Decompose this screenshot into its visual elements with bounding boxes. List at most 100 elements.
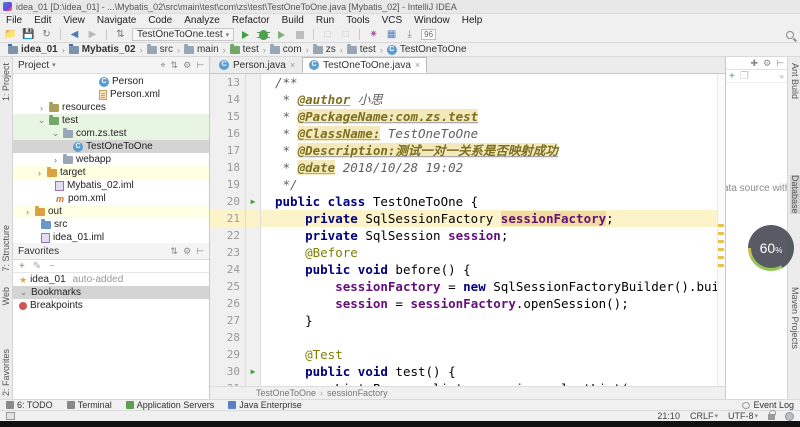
toolwindow-tab-terminal[interactable]: Terminal (67, 400, 112, 410)
tree-item-resources[interactable]: ›resources (13, 101, 209, 114)
tree-item-target[interactable]: ›target (13, 166, 209, 179)
breadcrumb-item[interactable]: main (182, 44, 221, 55)
tree-item-person[interactable]: CPerson (13, 75, 209, 88)
caret-position[interactable]: 21:10 (657, 411, 680, 421)
tree-chevron-icon[interactable]: › (35, 168, 44, 178)
hide-panel-icon[interactable]: ⊢ (776, 58, 784, 69)
more-icon[interactable]: » (780, 72, 784, 81)
add-data-source-icon[interactable]: + (729, 71, 735, 82)
gear-icon[interactable]: ⚙ (183, 60, 191, 71)
favorites-item-breakpoints[interactable]: Breakpoints (13, 299, 209, 312)
copy-icon[interactable]: ❐ (740, 71, 749, 82)
editor-scrollbar[interactable] (717, 74, 725, 386)
chevron-down-icon[interactable]: ▾ (52, 61, 56, 69)
breadcrumb-class[interactable]: TestOneToOne (256, 388, 316, 398)
tab-person-java[interactable]: CPerson.java× (212, 57, 302, 73)
tree-item-src[interactable]: src (13, 218, 209, 231)
menu-item-view[interactable]: View (57, 15, 91, 26)
locate-icon[interactable]: ⌖ (160, 60, 165, 71)
profile-icon[interactable]: □ (339, 28, 352, 41)
tree-chevron-icon[interactable]: ⌄ (19, 287, 28, 298)
menu-item-help[interactable]: Help (456, 15, 489, 26)
tree-item-testonetoone[interactable]: CTestOneToOne (13, 140, 209, 153)
tree-item-test[interactable]: ⌄test (13, 114, 209, 127)
locate-icon[interactable]: ✚ (751, 58, 759, 69)
breadcrumb-item[interactable]: CTestOneToOne (385, 44, 469, 55)
stripe-tab-web[interactable]: Web (1, 287, 11, 305)
menu-item-code[interactable]: Code (142, 15, 178, 26)
favorites-item-bookmarks[interactable]: ⌄Bookmarks (13, 286, 209, 299)
attach-icon[interactable]: □ (321, 28, 334, 41)
code-editor[interactable]: 13/**14 * @author 小思15 * @PackageName:co… (210, 74, 725, 399)
search-everywhere-icon[interactable] (783, 28, 796, 41)
tree-chevron-icon[interactable]: › (37, 103, 46, 113)
run-icon[interactable] (239, 28, 252, 41)
project-panel-title[interactable]: Project (18, 60, 49, 71)
menu-item-file[interactable]: File (0, 15, 28, 26)
commit-icon[interactable]: ⤓ (403, 28, 416, 41)
tree-item-webapp[interactable]: ›webapp (13, 153, 209, 166)
forward-icon[interactable]: ▶ (86, 28, 99, 41)
tree-chevron-icon[interactable]: › (51, 155, 60, 165)
locate-icon[interactable]: ⇅ (171, 246, 179, 257)
grid-icon[interactable]: ▦ (385, 28, 398, 41)
hide-panel-icon[interactable]: ⊢ (196, 60, 204, 71)
collapse-all-icon[interactable]: ⇅ (171, 60, 179, 71)
tree-item-pom-xml[interactable]: mpom.xml (13, 192, 209, 205)
breadcrumb-item[interactable]: test (228, 44, 261, 55)
line-ending-select[interactable]: CRLF▾ (690, 411, 718, 421)
gear-icon[interactable]: ⚙ (183, 246, 191, 257)
coverage-icon[interactable] (275, 28, 288, 41)
tree-chevron-icon[interactable]: › (23, 207, 32, 217)
menu-item-edit[interactable]: Edit (28, 15, 57, 26)
run-gutter-icon[interactable]: ▶ (246, 193, 261, 210)
breadcrumb-item[interactable]: idea_01 (6, 44, 60, 55)
menu-item-run[interactable]: Run (310, 15, 340, 26)
hide-panel-icon[interactable]: ⊢ (196, 246, 204, 257)
tree-item-person-xml[interactable]: Person.xml (13, 88, 209, 101)
breadcrumb-item[interactable]: com (268, 44, 304, 55)
menu-item-window[interactable]: Window (408, 15, 456, 26)
menu-item-analyze[interactable]: Analyze (178, 15, 226, 26)
menu-item-build[interactable]: Build (276, 15, 310, 26)
tree-chevron-icon[interactable]: ⌄ (51, 128, 60, 139)
stripe-tab-7-structure[interactable]: 7: Structure (1, 225, 11, 272)
run-gutter-icon[interactable]: ▶ (246, 363, 261, 380)
stripe-tab-1-project[interactable]: 1: Project (1, 63, 11, 101)
breadcrumb-member[interactable]: sessionFactory (327, 388, 388, 398)
lock-icon[interactable] (768, 414, 775, 420)
hector-inspections-icon[interactable] (785, 412, 794, 421)
tree-item-mybatis_02-iml[interactable]: Mybatis_02.iml (13, 179, 209, 192)
menu-item-tools[interactable]: Tools (340, 15, 375, 26)
debug-icon[interactable] (257, 28, 270, 41)
back-icon[interactable]: ◀ (68, 28, 81, 41)
plugin-icon[interactable]: ✷ (367, 28, 380, 41)
menu-item-vcs[interactable]: VCS (376, 15, 409, 26)
stripe-tab-database[interactable]: Database (790, 175, 800, 214)
breadcrumb-item[interactable]: test (345, 44, 378, 55)
toolwindow-tab-java-enterprise[interactable]: Java Enterprise (228, 400, 302, 410)
add-favorite-icon[interactable]: + (19, 261, 25, 272)
open-icon[interactable]: 📁 (4, 28, 17, 41)
tree-chevron-icon[interactable]: ⌄ (37, 115, 46, 126)
menu-item-refactor[interactable]: Refactor (226, 15, 276, 26)
stripe-tab-2-favorites[interactable]: 2: Favorites (1, 349, 11, 396)
run-configuration-select[interactable]: TestOneToOne.test▾ (132, 28, 234, 41)
toolwindow-tab-application-servers[interactable]: Application Servers (126, 400, 215, 410)
stripe-tab-ant-build[interactable]: Ant Build (790, 63, 800, 99)
favorites-item-idea_01[interactable]: ★idea_01auto-added (13, 273, 209, 286)
breadcrumb-item[interactable]: src (145, 44, 175, 55)
save-icon[interactable]: 💾 (22, 28, 35, 41)
tree-item-idea_01-iml[interactable]: idea_01.iml (13, 231, 209, 243)
stop-icon[interactable] (293, 28, 306, 41)
breadcrumb-item[interactable]: zs (311, 44, 338, 55)
event-log-button[interactable]: Event Log (742, 400, 794, 410)
remove-favorite-icon[interactable]: − (49, 261, 55, 272)
tab-testonetoone-java[interactable]: CTestOneToOne.java× (302, 57, 427, 73)
updown-icon[interactable]: ⇅ (114, 28, 127, 41)
close-icon[interactable]: × (290, 60, 295, 70)
encoding-select[interactable]: UTF-8▾ (728, 411, 758, 421)
tree-item-com-zs-test[interactable]: ⌄com.zs.test (13, 127, 209, 140)
stripe-tab-maven-projects[interactable]: Maven Projects (790, 287, 800, 349)
close-icon[interactable]: × (415, 60, 420, 70)
